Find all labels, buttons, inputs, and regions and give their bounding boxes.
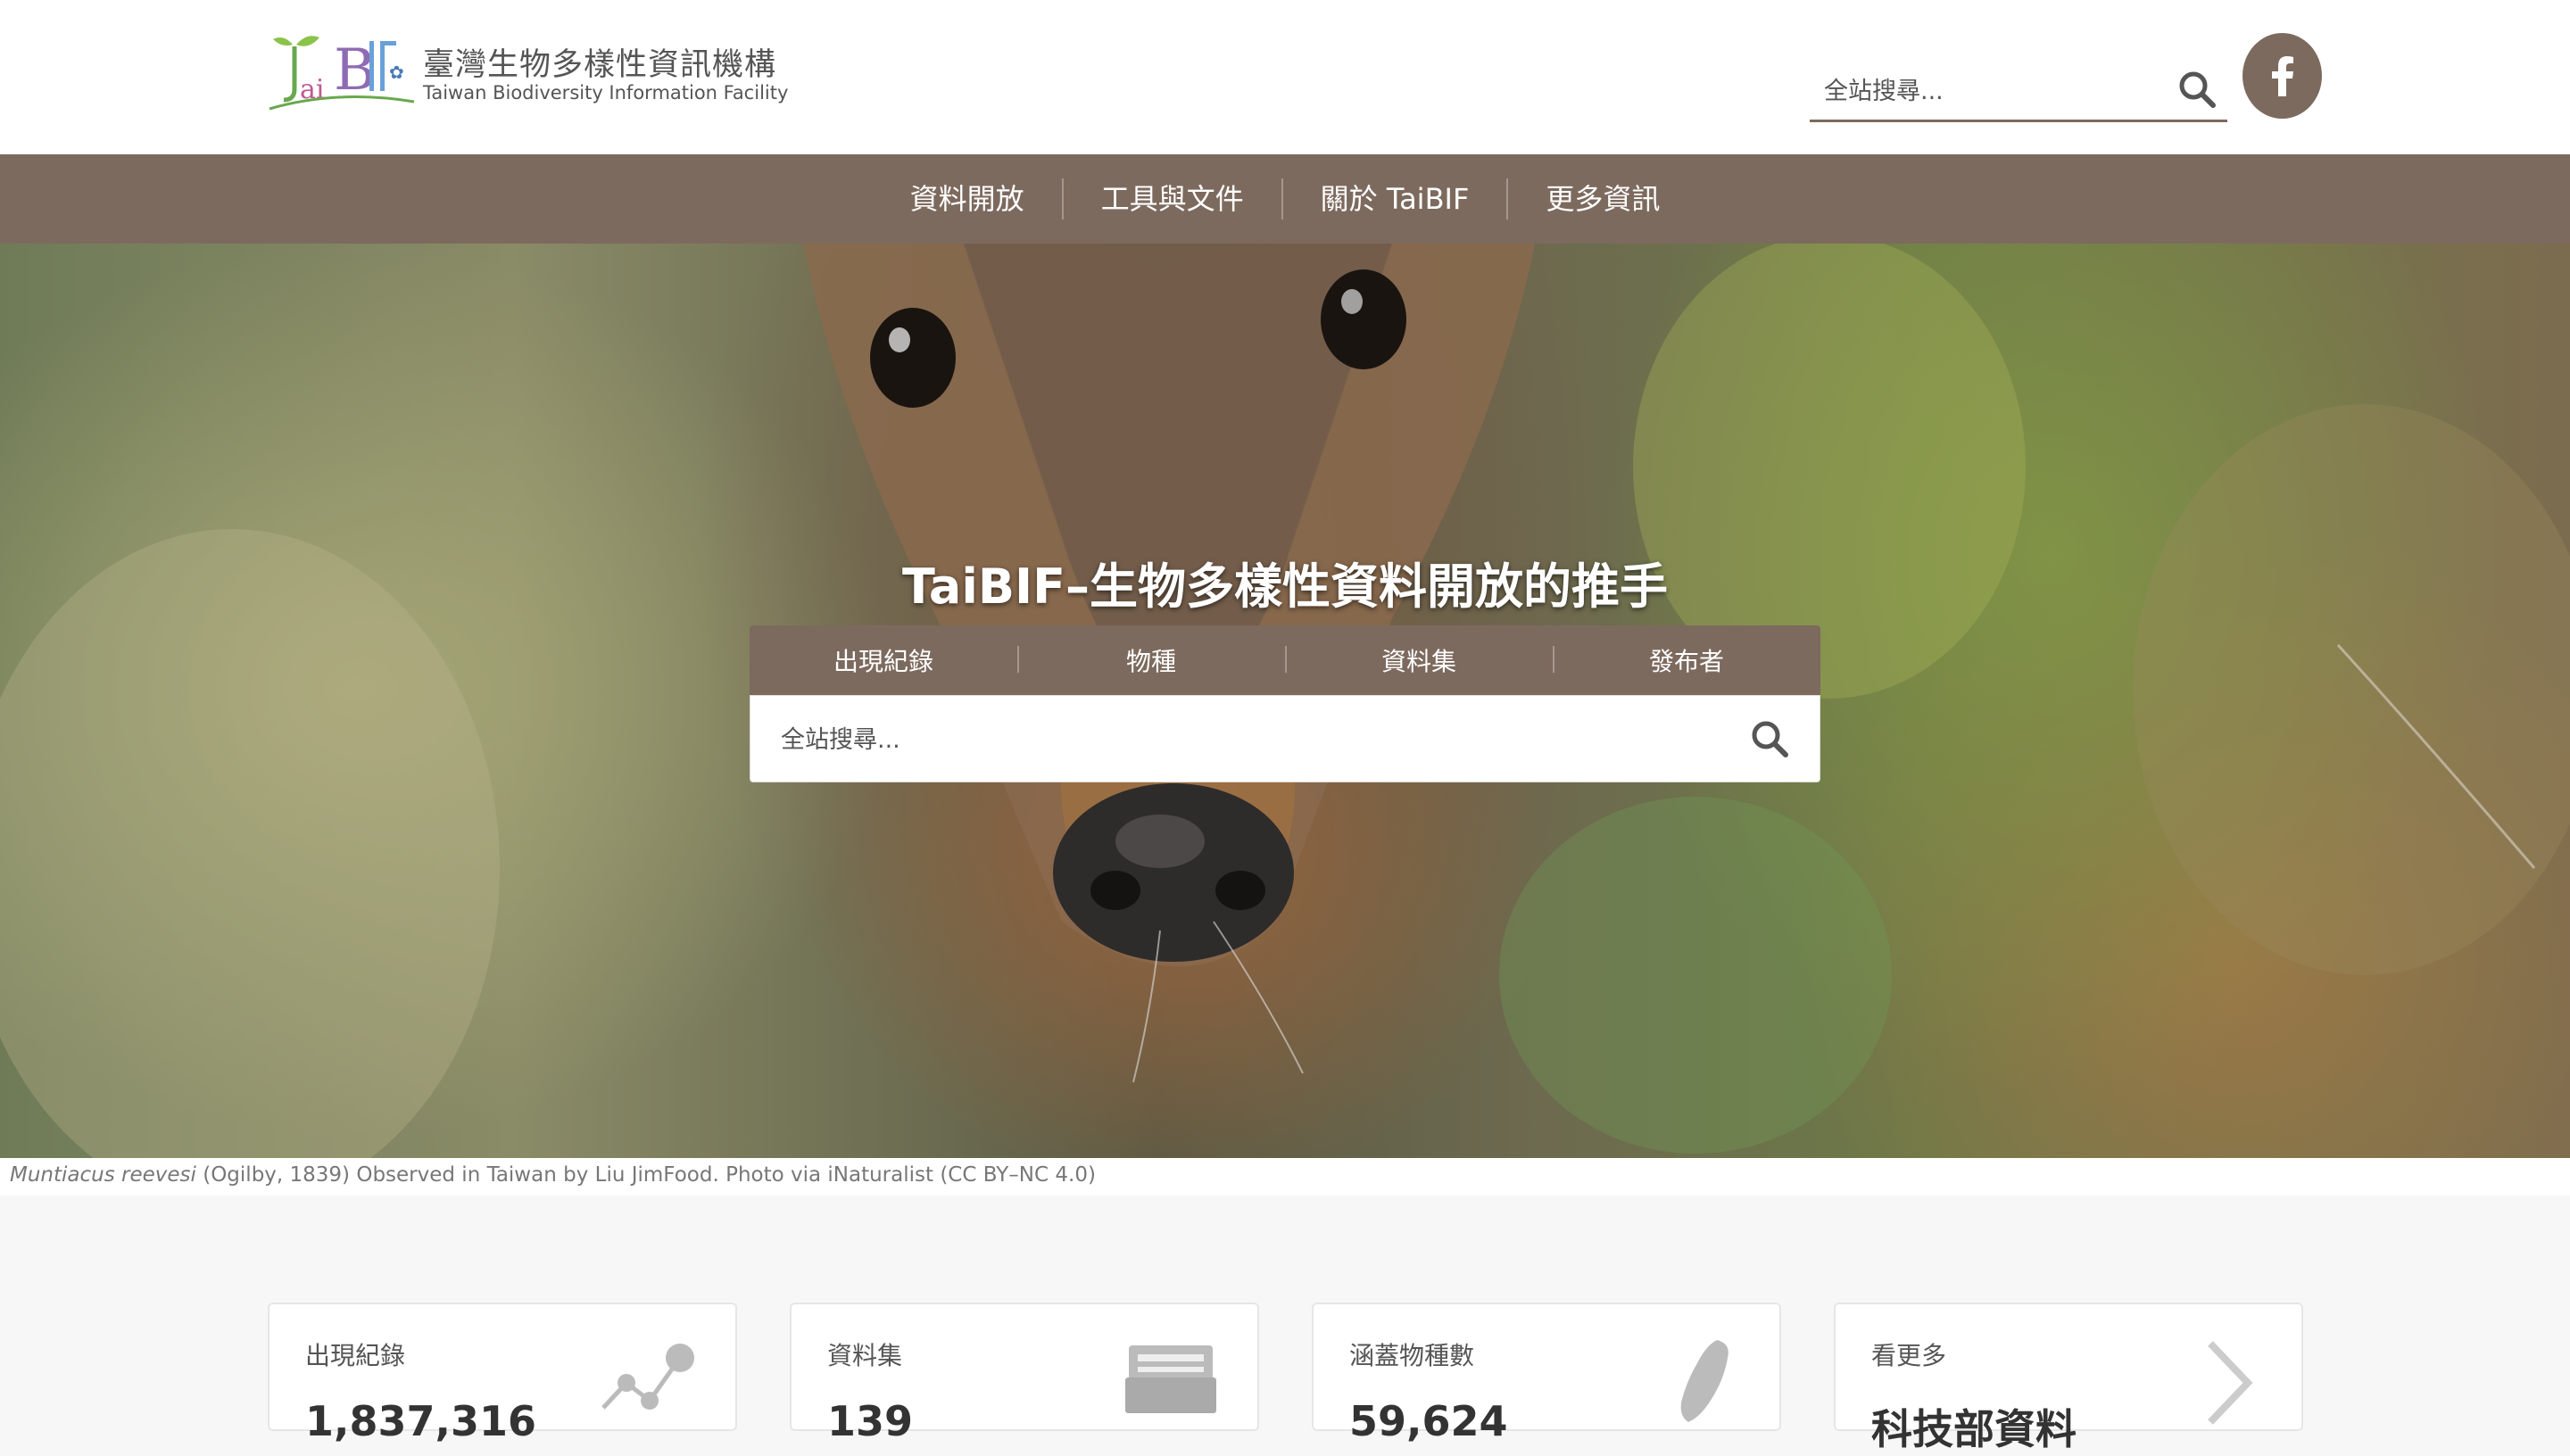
nav-item-more-info[interactable]: 更多資訊 xyxy=(1508,178,1697,219)
stat-card-value: 科技部資料 xyxy=(1871,1405,2077,1453)
chevron-right-icon xyxy=(2208,1341,2253,1425)
tab-dataset[interactable]: 資料集 xyxy=(1285,642,1553,678)
taiwan-map-icon xyxy=(1680,1340,1729,1422)
hero-banner: TaiBIF–生物多樣性資料開放的推手 出現紀錄 物種 資料集 發布者 xyxy=(0,244,2570,1158)
stat-card-species[interactable]: 涵蓋物種數 59,624 xyxy=(1312,1303,1781,1445)
nav-item-tools-docs[interactable]: 工具與文件 xyxy=(1064,178,1281,219)
stat-card-occurrence[interactable]: 出現紀錄 1,837,316 xyxy=(268,1303,737,1445)
tab-publisher[interactable]: 發布者 xyxy=(1553,642,1820,678)
stat-card-title: 資料集 xyxy=(827,1341,903,1370)
stat-card-title: 看更多 xyxy=(1871,1341,1947,1370)
stat-card-title: 涵蓋物種數 xyxy=(1349,1341,1475,1370)
site-logo[interactable]: ai B ✿ 臺灣生物多樣性資訊機構 Taiwan Biodiversity I… xyxy=(266,27,788,116)
facebook-icon[interactable] xyxy=(2243,33,2322,119)
header-search-input[interactable] xyxy=(1822,66,2165,116)
stats-section: 出現紀錄 1,837,316 資料集 139 涵蓋物種數 59,624 看更多 … xyxy=(0,1195,2570,1453)
caption-species-name: Muntiacus reevesi xyxy=(10,1163,196,1187)
stat-card-more[interactable]: 看更多 科技部資料 xyxy=(1834,1303,2303,1453)
stat-card-value: 59,624 xyxy=(1349,1397,1508,1445)
hero-title: TaiBIF–生物多樣性資料開放的推手 xyxy=(902,558,1668,615)
logo-title-zh: 臺灣生物多樣性資訊機構 xyxy=(423,47,777,83)
search-icon[interactable] xyxy=(2174,66,2222,114)
tab-occurrence[interactable]: 出現紀錄 xyxy=(750,642,1017,678)
photo-caption: Muntiacus reevesi (Ogilby, 1839) Observe… xyxy=(0,1158,2570,1195)
hero-search xyxy=(750,695,1820,782)
main-nav: 資料開放 工具與文件 關於 TaiBIF 更多資訊 xyxy=(0,154,2570,244)
taibif-logo-mark: ai B ✿ xyxy=(269,36,415,111)
logo-title-en: Taiwan Biodiversity Information Facility xyxy=(423,82,789,103)
nav-item-about[interactable]: 關於 TaiBIF xyxy=(1283,178,1507,219)
stat-card-title: 出現紀錄 xyxy=(305,1341,406,1370)
site-header: ai B ✿ 臺灣生物多樣性資訊機構 Taiwan Biodiversity I… xyxy=(0,0,2570,154)
hero-search-input[interactable] xyxy=(779,712,1711,767)
photo-caption-text: Muntiacus reevesi (Ogilby, 1839) Observe… xyxy=(10,1163,1096,1187)
stat-card-value: 139 xyxy=(827,1397,914,1445)
stat-card-value: 1,837,316 xyxy=(305,1397,536,1445)
hero-search-tabs: 出現紀錄 物種 資料集 發布者 xyxy=(750,625,1820,695)
stat-card-dataset[interactable]: 資料集 139 xyxy=(790,1303,1259,1445)
svg-text:✿: ✿ xyxy=(389,62,404,83)
svg-text:B: B xyxy=(334,37,376,103)
nav-item-data-open[interactable]: 資料開放 xyxy=(873,178,1062,219)
tab-species[interactable]: 物種 xyxy=(1017,642,1285,678)
search-icon[interactable] xyxy=(1746,716,1795,764)
caption-credit: (Ogilby, 1839) Observed in Taiwan by Liu… xyxy=(195,1163,1096,1187)
header-search xyxy=(1810,61,2227,122)
